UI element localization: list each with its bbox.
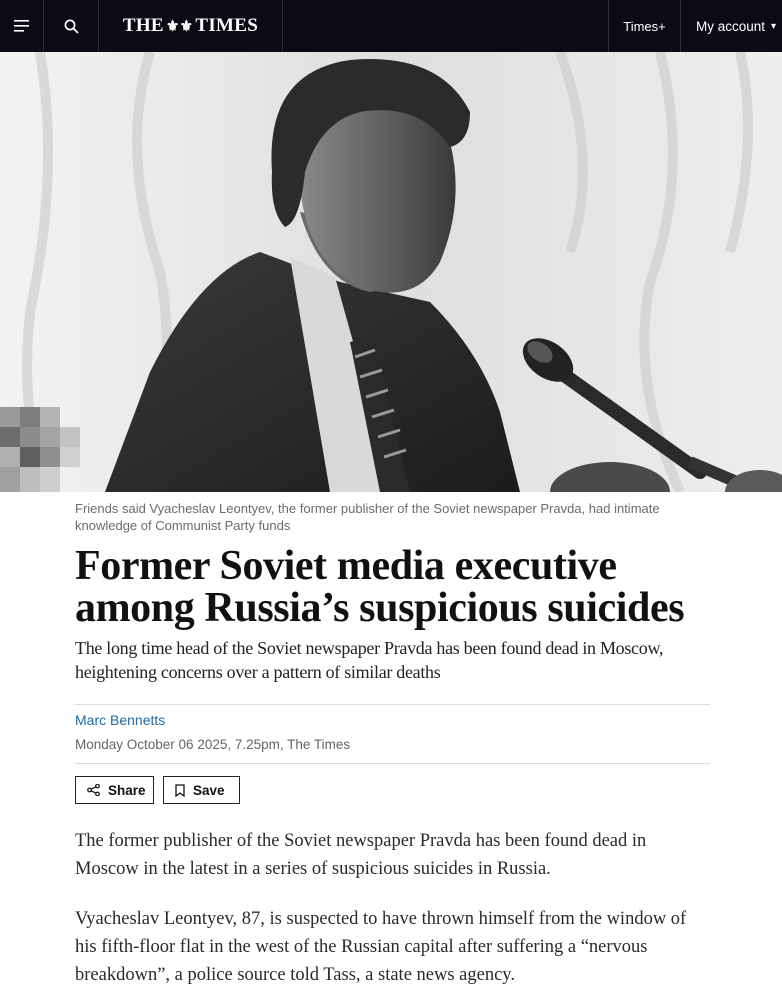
divider — [75, 763, 710, 764]
share-icon — [87, 784, 100, 796]
article-headline: Former Soviet media executive among Russ… — [75, 543, 685, 631]
article-paragraph: Vyacheslav Leontyev, 87, is suspected to… — [75, 909, 687, 985]
save-button[interactable]: Save — [163, 776, 240, 804]
logo-text-the: THE — [122, 15, 164, 36]
search-button[interactable] — [44, 0, 99, 52]
logo-text-times: TIMES — [195, 15, 259, 36]
publish-dateline: Monday October 06 2025, 7.25pm, The Time… — [75, 737, 351, 752]
times-plus-link[interactable]: Times+ — [608, 0, 681, 52]
bookmark-icon — [175, 783, 185, 797]
menu-button[interactable] — [0, 0, 44, 52]
hero-photo — [0, 52, 782, 492]
save-label: Save — [193, 782, 225, 798]
my-account-button[interactable]: My account ▾ — [681, 0, 782, 52]
my-account-label: My account — [696, 18, 766, 34]
chevron-down-icon: ▾ — [771, 20, 777, 32]
author-link[interactable]: Marc Bennetts — [75, 712, 165, 728]
article-standfirst: The long time head of the Soviet newspap… — [75, 638, 664, 682]
divider — [75, 704, 710, 705]
top-navigation: THE ⚜⚜ TIMES Times+ My account ▾ — [0, 0, 782, 52]
image-caption: Friends said Vyacheslav Leontyev, the fo… — [75, 501, 660, 533]
crest-icon: ⚜⚜ — [165, 18, 194, 35]
hamburger-menu-icon — [13, 20, 29, 32]
share-button[interactable]: Share — [75, 776, 154, 804]
times-logo[interactable]: THE ⚜⚜ TIMES — [99, 0, 283, 52]
hero-image — [0, 52, 782, 492]
search-icon — [64, 19, 79, 34]
article-paragraph: The former publisher of the Soviet newsp… — [75, 831, 647, 879]
share-label: Share — [108, 782, 146, 798]
